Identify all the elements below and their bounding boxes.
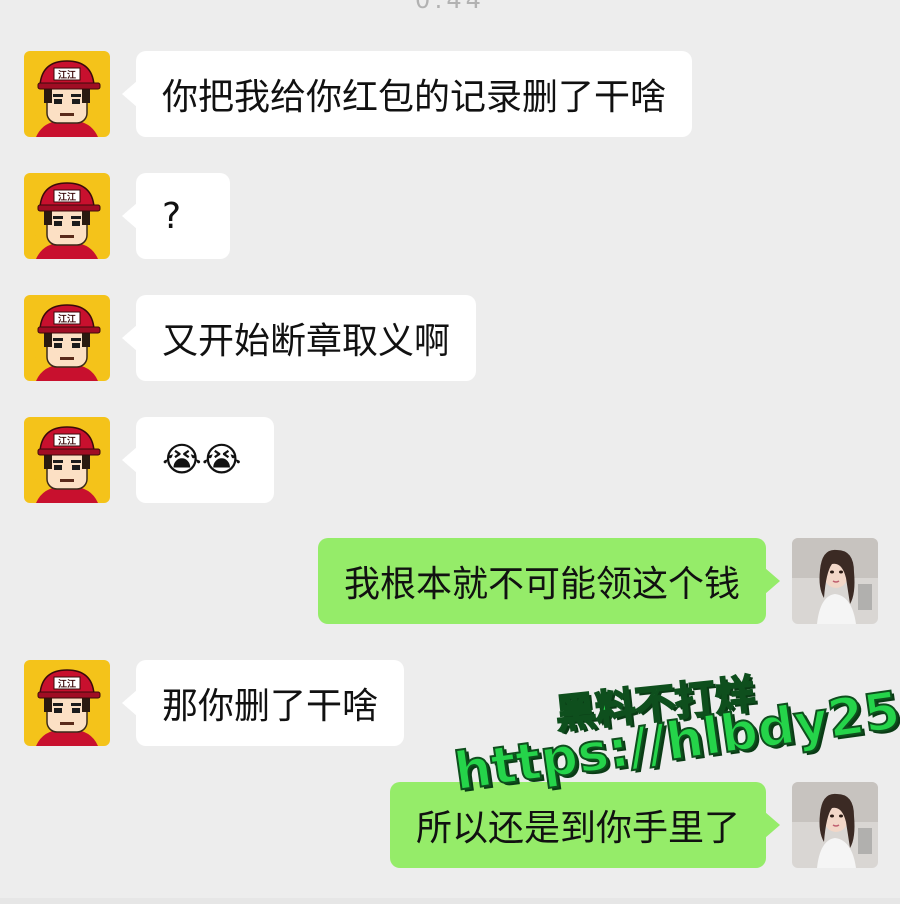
message-bubble-incoming[interactable]: 那你删了干啥 [121, 660, 405, 746]
message-bubble-outgoing[interactable]: 我根本就不可能领这个钱 [317, 538, 781, 624]
avatar-hat-text: 江江 [58, 69, 76, 81]
girl-photo-avatar[interactable] [792, 782, 878, 868]
girl-photo-avatar[interactable] [792, 538, 878, 624]
cartoon-boy-avatar[interactable]: 江江 [24, 417, 110, 503]
avatar-hat-text: 江江 [58, 678, 76, 690]
message-bubble-outgoing[interactable]: 所以还是到你手里了 [389, 782, 781, 868]
input-bar-edge [0, 898, 900, 904]
message-bubble-incoming[interactable]: 😭😭 [122, 417, 274, 503]
avatar-hat-text: 江江 [58, 435, 76, 447]
message-bubble-incoming[interactable]: 又开始断章取义啊 [121, 295, 477, 381]
message-bubble-incoming[interactable]: 你把我给你红包的记录删了干啥 [121, 51, 693, 137]
cartoon-boy-avatar[interactable]: 江江 [24, 295, 110, 381]
message-bubble-incoming[interactable]: ? [122, 173, 230, 259]
avatar-hat-text: 江江 [58, 191, 76, 203]
avatar-hat-text: 江江 [58, 313, 76, 325]
watermark-title: 黑料不打烊 [553, 671, 759, 740]
status-time: 0:44 [415, 0, 485, 14]
cartoon-boy-avatar[interactable]: 江江 [24, 660, 110, 746]
cartoon-boy-avatar[interactable]: 江江 [24, 51, 110, 137]
cartoon-boy-avatar[interactable]: 江江 [24, 173, 110, 259]
